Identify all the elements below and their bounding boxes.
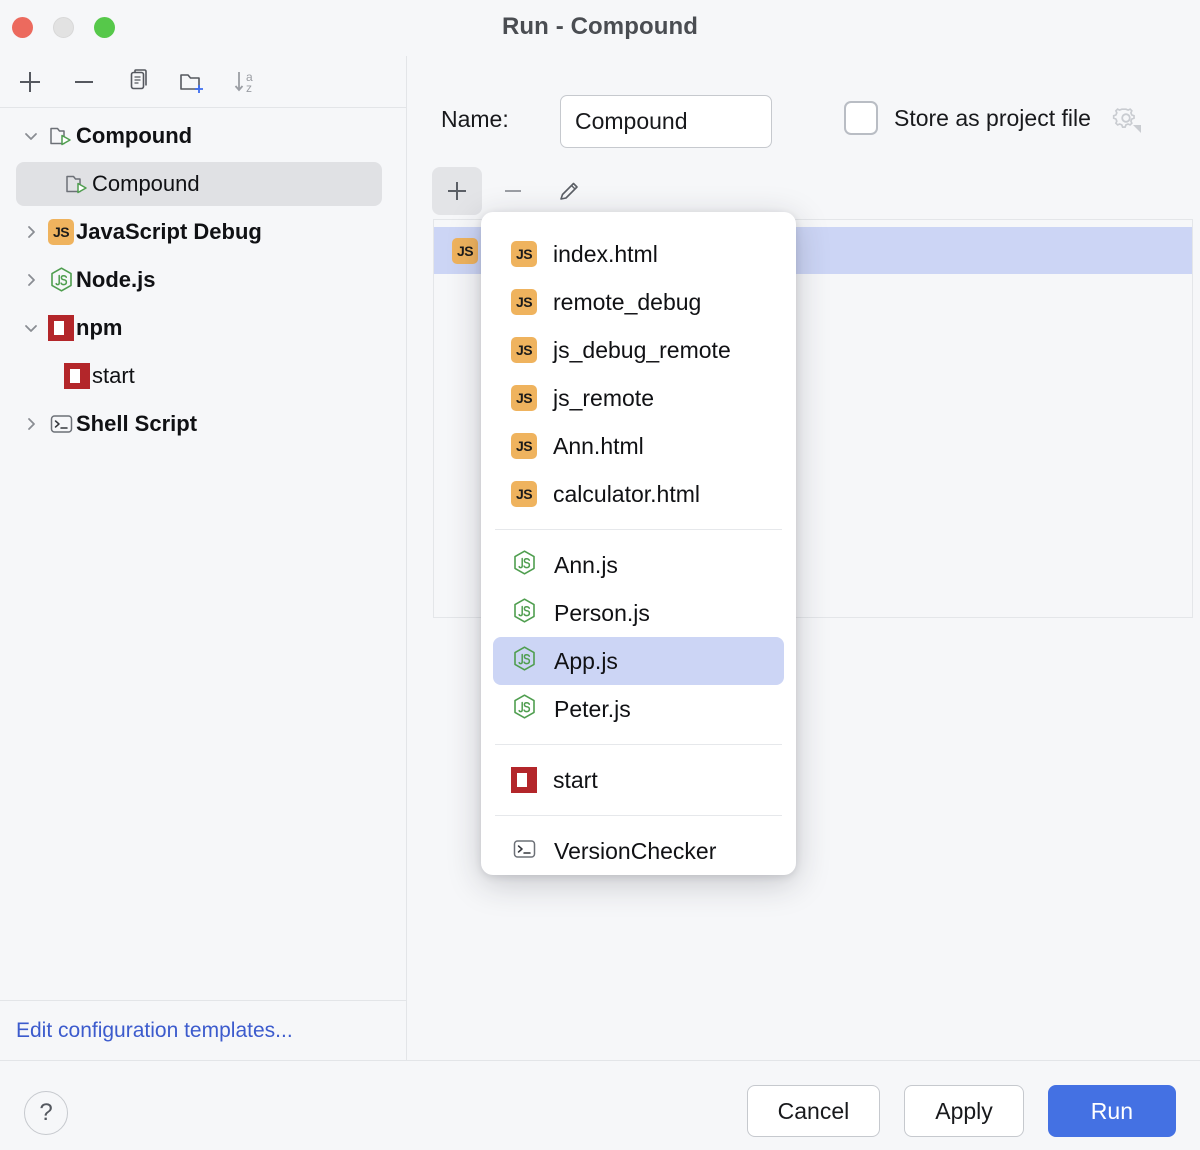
chevron-right-icon[interactable] [16, 415, 46, 433]
menu-item-app-js[interactable]: App.js [493, 637, 784, 685]
menu-item-js-debug-remote[interactable]: JS js_debug_remote [493, 326, 784, 374]
help-icon: ? [39, 1099, 52, 1127]
dialog-title: Run - Compound [0, 13, 1200, 41]
configuration-list-toolbar [432, 166, 1192, 216]
tree-item-label: start [92, 363, 135, 389]
menu-item-label: App.js [554, 648, 618, 675]
menu-item-person-js[interactable]: Person.js [493, 589, 784, 637]
configurations-tree: Compound Compound JS [0, 112, 406, 448]
edit-configuration-templates-link[interactable]: Edit configuration templates... [0, 1000, 406, 1060]
tree-item-label: Compound [76, 123, 192, 149]
npm-icon [511, 767, 537, 793]
menu-item-label: calculator.html [553, 481, 700, 508]
menu-item-label: VersionChecker [554, 838, 716, 865]
tree-item-label: Node.js [76, 267, 155, 293]
chevron-right-icon[interactable] [16, 271, 46, 289]
nodejs-icon [511, 549, 538, 582]
gear-icon[interactable] [1109, 101, 1143, 135]
configurations-sidebar: a z Compound [0, 56, 407, 1060]
js-icon: JS [511, 433, 537, 459]
chevron-down-icon[interactable] [16, 127, 46, 145]
menu-item-label: Peter.js [554, 696, 631, 723]
menu-separator [495, 815, 782, 816]
nodejs-icon [511, 693, 538, 726]
menu-item-peter-js[interactable]: Peter.js [493, 685, 784, 733]
shell-icon [46, 412, 76, 436]
nodejs-icon [511, 597, 538, 630]
title-bar: Run - Compound [0, 0, 1200, 56]
chevron-down-icon[interactable] [16, 319, 46, 337]
menu-item-index-html[interactable]: JS index.html [493, 230, 784, 278]
menu-item-ann-html[interactable]: JS Ann.html [493, 422, 784, 470]
menu-item-version-checker[interactable]: VersionChecker [493, 827, 784, 875]
menu-item-label: Ann.html [553, 433, 644, 460]
menu-separator [495, 744, 782, 745]
menu-item-calculator-html[interactable]: JS calculator.html [493, 470, 784, 518]
tree-item-nodejs[interactable]: Node.js [0, 256, 406, 304]
name-input[interactable] [560, 95, 772, 148]
chevron-right-icon[interactable] [16, 223, 46, 241]
menu-item-label: js_remote [553, 385, 654, 412]
copy-configuration-toolbar-button[interactable] [116, 62, 160, 102]
tree-item-npm-start[interactable]: start [0, 352, 406, 400]
npm-icon [62, 363, 92, 389]
dialog-action-buttons: Cancel Apply Run [747, 1085, 1176, 1137]
sidebar-toolbar: a z [0, 56, 406, 108]
svg-text:z: z [246, 81, 252, 95]
apply-button[interactable]: Apply [904, 1085, 1024, 1137]
npm-icon [46, 315, 76, 341]
add-item-button[interactable] [432, 167, 482, 215]
remove-item-button[interactable] [488, 167, 538, 215]
sort-alpha-toolbar-button[interactable]: a z [224, 62, 268, 102]
run-configuration-dialog: Run - Compound [0, 0, 1200, 1150]
tree-item-label: Shell Script [76, 411, 197, 437]
shell-icon [511, 837, 538, 866]
tree-item-label: Compound [92, 171, 200, 197]
js-icon: JS [511, 241, 537, 267]
menu-item-label: Ann.js [554, 552, 618, 579]
help-button[interactable]: ? [24, 1091, 68, 1135]
js-icon: JS [511, 337, 537, 363]
cancel-button[interactable]: Cancel [747, 1085, 881, 1137]
name-label: Name: [441, 106, 509, 133]
tree-item-compound-root[interactable]: Compound [0, 112, 406, 160]
tree-item-label: npm [76, 315, 122, 341]
menu-separator [495, 529, 782, 530]
menu-item-label: remote_debug [553, 289, 701, 316]
menu-item-label: Person.js [554, 600, 650, 627]
tree-item-npm[interactable]: npm [0, 304, 406, 352]
edit-configuration-templates-label: Edit configuration templates... [16, 1019, 293, 1043]
compound-icon [62, 172, 92, 196]
run-button[interactable]: Run [1048, 1085, 1176, 1137]
menu-item-ann-js[interactable]: Ann.js [493, 541, 784, 589]
nodejs-icon [46, 266, 76, 294]
add-item-popup-menu: JS index.html JS remote_debug JS js_debu… [481, 212, 796, 875]
js-icon: JS [511, 289, 537, 315]
tree-item-compound-child[interactable]: Compound [0, 160, 406, 208]
store-as-project-file-row[interactable]: Store as project file [844, 101, 1143, 135]
store-as-project-file-label: Store as project file [894, 105, 1091, 132]
name-row: Name: Store as project file [407, 95, 1200, 151]
tree-item-label: JavaScript Debug [76, 219, 262, 245]
js-icon: JS [452, 238, 478, 264]
menu-item-js-remote[interactable]: JS js_remote [493, 374, 784, 422]
js-icon: JS [511, 385, 537, 411]
tree-item-javascript-debug[interactable]: JS JavaScript Debug [0, 208, 406, 256]
nodejs-icon [511, 645, 538, 678]
menu-item-label: index.html [553, 241, 658, 268]
new-folder-toolbar-button[interactable] [170, 62, 214, 102]
tree-item-shell-script[interactable]: Shell Script [0, 400, 406, 448]
menu-item-npm-start[interactable]: start [493, 756, 784, 804]
menu-item-label: start [553, 767, 598, 794]
compound-icon [46, 124, 76, 148]
menu-item-label: js_debug_remote [553, 337, 731, 364]
js-icon: JS [511, 481, 537, 507]
remove-configuration-toolbar-button[interactable] [62, 62, 106, 102]
store-as-project-file-checkbox[interactable] [844, 101, 878, 135]
edit-item-button[interactable] [544, 167, 594, 215]
js-icon: JS [46, 219, 76, 245]
dialog-footer: ? Cancel Apply Run [0, 1060, 1200, 1150]
menu-item-remote-debug[interactable]: JS remote_debug [493, 278, 784, 326]
add-configuration-toolbar-button[interactable] [8, 62, 52, 102]
